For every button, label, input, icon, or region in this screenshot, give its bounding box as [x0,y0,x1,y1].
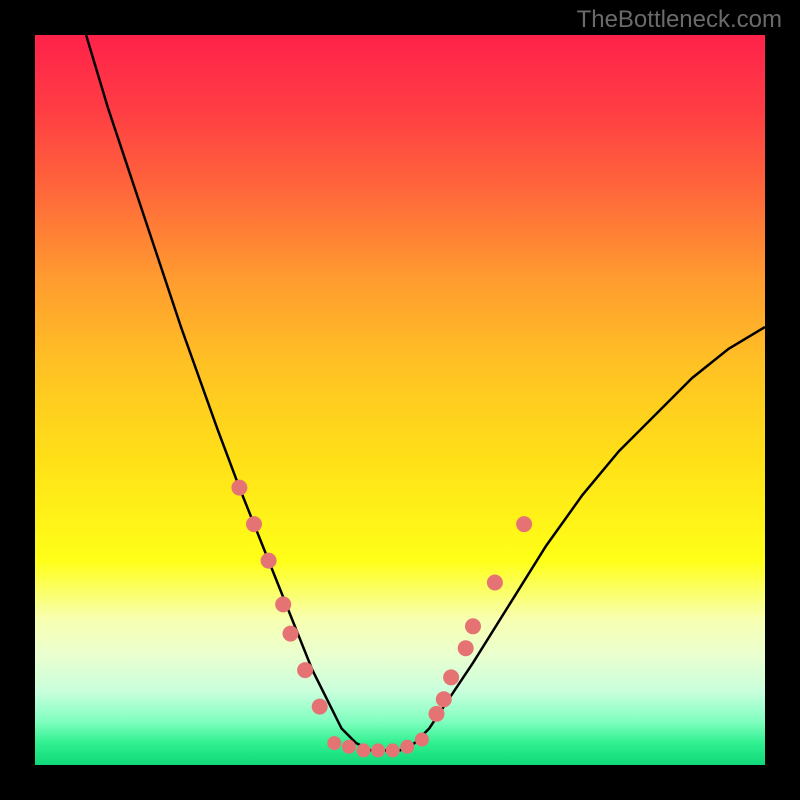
chart-marker [357,743,371,757]
chart-marker [342,740,356,754]
chart-marker [400,740,414,754]
bottleneck-curve [86,35,765,750]
chart-marker [487,575,503,591]
chart-marker [371,743,385,757]
chart-marker [312,699,328,715]
chart-marker [516,516,532,532]
chart-marker [283,626,299,642]
chart-marker [465,618,481,634]
chart-marker [297,662,313,678]
chart-marker [231,480,247,496]
chart-marker [261,553,277,569]
chart-marker [327,736,341,750]
chart-svg [35,35,765,765]
watermark-text: TheBottleneck.com [577,6,782,34]
chart-plot-area [35,35,765,765]
chart-marker [275,596,291,612]
chart-marker [386,743,400,757]
chart-marker [458,640,474,656]
chart-marker [436,691,452,707]
chart-marker [443,669,459,685]
chart-markers [231,480,532,758]
chart-marker [429,706,445,722]
chart-marker [246,516,262,532]
chart-marker [415,733,429,747]
